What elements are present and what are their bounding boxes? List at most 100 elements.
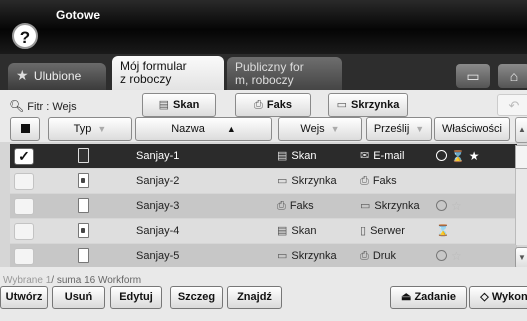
fax-icon: ⎙ (254, 99, 263, 111)
box-icon: ▭ (360, 200, 371, 212)
export-icon: ▭ (466, 68, 480, 84)
edit-button[interactable]: Edytuj (110, 286, 162, 309)
total-count: / suma 16 Workform (51, 275, 142, 286)
name-cell: Sanjay-2 (136, 175, 180, 187)
sort-ascending-icon: ▲ (226, 124, 236, 134)
delete-button[interactable]: Usuń (52, 286, 105, 309)
row-checkbox[interactable] (14, 198, 34, 215)
table-row[interactable]: Sanjay-3 ⎙ Faks ▭ Skrzynka ☆ (10, 194, 517, 218)
run-icon: ◇ (480, 291, 489, 303)
filter-scan-button[interactable]: ▤ Skan (142, 93, 216, 117)
column-type-label: Typ (73, 123, 92, 135)
send-label: Serwer (370, 225, 405, 237)
undo-icon: ↶ (508, 98, 520, 113)
column-input[interactable]: Wejs ▼ (278, 117, 362, 141)
job-status-label: Zadanie (414, 291, 457, 303)
help-button[interactable]: ? (12, 23, 38, 49)
table-row[interactable]: Sanjay-4 ▤ Skan ▯ Serwer ⌛ (10, 219, 517, 243)
document-icon (78, 198, 89, 213)
footer: Wybrane 1/ suma 16 Workform Utwórz Usuń … (0, 267, 527, 321)
filter-box-label: Skrzynka (351, 99, 400, 111)
undo-button[interactable]: ↶ (497, 94, 527, 116)
select-all-icon (20, 124, 30, 133)
find-button[interactable]: Znajdź (227, 286, 282, 309)
input-label: Skrzynka (291, 250, 337, 262)
document-icon (78, 148, 89, 163)
tab-my-label-line2: z roboczy (120, 72, 172, 86)
star-icon: ★ (16, 67, 29, 83)
row-checkbox[interactable] (14, 173, 34, 190)
name-cell: Sanjay-5 (136, 250, 180, 262)
properties-cell: ☆ (436, 244, 512, 268)
scan-icon: ▤ (277, 225, 288, 237)
filter-fax-button[interactable]: ⎙ Faks (235, 93, 311, 117)
column-send-label: Prześlij (373, 123, 410, 135)
input-cell: ⎙ Faks (277, 194, 361, 218)
run-button[interactable]: ◇ Wykon (469, 286, 527, 309)
filter-scan-label: Skan (173, 99, 200, 111)
details-button[interactable]: Szczeg (170, 286, 223, 309)
send-cell: ▯ Serwer (360, 219, 434, 243)
box-icon: ▭ (277, 175, 288, 187)
column-send[interactable]: Prześlij ▼ (366, 117, 432, 141)
locked-document-icon (78, 223, 89, 238)
fax-icon: ⎙ (277, 200, 286, 212)
filter-label-text: Fitr : Wejs (27, 101, 77, 113)
row-checkbox[interactable] (14, 248, 34, 265)
print-icon: ⎙ (360, 250, 369, 262)
send-label: Faks (372, 175, 397, 187)
server-icon: ▯ (360, 225, 367, 237)
hourglass-icon: ⌛ (451, 151, 465, 163)
table-row[interactable]: Sanjay-5 ▭ Skrzynka ⎙ Druk ☆ (10, 244, 517, 268)
input-label: Skan (291, 225, 317, 237)
chevron-down-icon: ▼ (330, 124, 340, 134)
row-checkbox[interactable]: ✓ (14, 148, 34, 165)
eject-icon: ⏏ (400, 291, 412, 303)
column-properties[interactable]: Właściwości (434, 117, 510, 141)
export-button[interactable]: ▭ (456, 64, 490, 88)
scroll-down-button[interactable]: ▼ (515, 247, 527, 269)
column-type[interactable]: Typ ▼ (48, 117, 132, 141)
name-cell: Sanjay-1 (136, 150, 180, 162)
table-header: Typ ▼ Nazwa ▲ Wejs ▼ Prześlij ▼ Właściwości (10, 117, 516, 143)
send-cell: ⎙ Druk (360, 244, 434, 268)
create-button[interactable]: Utwórz (0, 286, 48, 309)
input-label: Skrzynka (291, 175, 337, 187)
tab-public-workform[interactable]: Publiczny for m, roboczy (227, 57, 342, 90)
column-name[interactable]: Nazwa ▲ (135, 117, 272, 141)
send-label: Skrzynka (374, 200, 420, 212)
scheduled-clock-icon (436, 250, 447, 261)
type-cell (78, 198, 94, 214)
scroll-up-button[interactable]: ▲ (515, 117, 527, 143)
name-cell: Sanjay-3 (136, 200, 180, 212)
star-icon: ☆ (451, 199, 462, 213)
row-checkbox[interactable] (14, 223, 34, 240)
column-properties-label: Właściwości (442, 123, 502, 135)
status-text: Gotowe (56, 8, 100, 22)
home-button[interactable]: ⌂ (498, 64, 527, 88)
scan-icon: ▤ (277, 150, 288, 162)
select-all-checkbox[interactable] (10, 117, 40, 141)
document-icon (78, 248, 89, 263)
type-cell (78, 223, 94, 239)
filter-box-button[interactable]: ▭ Skrzynka (328, 93, 408, 117)
table-row[interactable]: ✓ Sanjay-1 ▤ Skan ✉ E-mail ⌛ ★ (10, 144, 517, 168)
tab-public-label-line2: m, roboczy (235, 73, 294, 87)
input-cell: ▤ Skan (277, 219, 361, 243)
scrollbar-thumb[interactable] (515, 145, 527, 169)
status-bar: ? Gotowe (0, 0, 527, 54)
job-status-button[interactable]: ⏏ Zadanie (390, 286, 467, 309)
tab-favorites[interactable]: ★ Ulubione (8, 63, 106, 90)
properties-cell: ☆ (436, 194, 512, 218)
send-label: Druk (372, 250, 397, 262)
chevron-down-icon: ▼ (415, 124, 425, 134)
chevron-up-icon: ▲ (518, 125, 526, 134)
tab-my-workform[interactable]: Mój formular z roboczy (112, 56, 224, 90)
tab-favorites-label: Ulubione (33, 69, 82, 83)
send-cell: ▭ Skrzynka (360, 194, 434, 218)
filter-label: 🔍︎ Fitr : Wejs (9, 99, 77, 113)
table-row[interactable]: Sanjay-2 ▭ Skrzynka ⎙ Faks (10, 169, 517, 193)
send-cell: ✉ E-mail (360, 144, 434, 168)
star-icon: ☆ (451, 249, 462, 263)
properties-cell (436, 169, 512, 193)
